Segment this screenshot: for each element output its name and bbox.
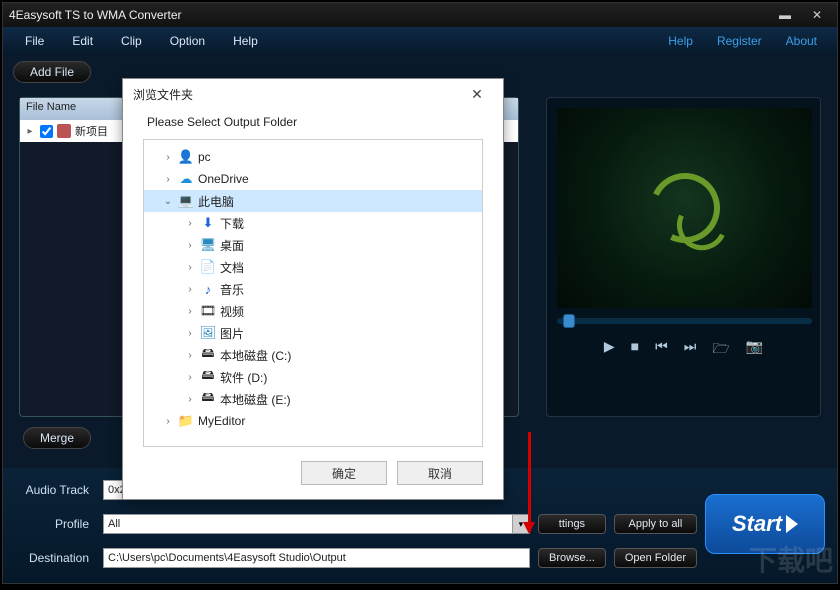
prev-icon[interactable]: ⏮ [655, 338, 668, 362]
tree-label: 下载 [220, 215, 244, 232]
profile-label: Profile [15, 517, 95, 531]
player-controls: ▶ ■ ⏮ ⏭ 🗁 📷 [547, 338, 820, 362]
expand-icon[interactable]: ▸ [24, 126, 36, 137]
folder-icon: 📁 [178, 413, 194, 429]
tree-label: 此电脑 [198, 193, 234, 210]
tree-node-downloads[interactable]: ›⬇下载 [144, 212, 482, 234]
profile-field[interactable] [103, 514, 513, 534]
tree-label: 本地磁盘 (E:) [220, 391, 291, 408]
tree-label: 桌面 [220, 237, 244, 254]
dialog-button-row: 确定 取消 [123, 447, 503, 499]
dialog-titlebar: 浏览文件夹 ✕ [123, 79, 503, 109]
this-pc-icon: 💻 [178, 193, 194, 209]
tree-node-user[interactable]: ›👤pc [144, 146, 482, 168]
disk-icon: 🖴 [200, 347, 216, 363]
brand-logo-icon [640, 163, 730, 253]
tree-node-onedrive[interactable]: ›☁OneDrive [144, 168, 482, 190]
desktop-icon: 🖥 [200, 237, 216, 253]
menu-clip[interactable]: Clip [107, 30, 156, 52]
watermark: 下载吧 [749, 539, 833, 579]
onedrive-icon: ☁ [178, 171, 194, 187]
add-file-button[interactable]: Add File [13, 61, 91, 83]
link-register[interactable]: Register [705, 30, 774, 52]
preview-screen [557, 108, 812, 308]
disk-icon: 🖴 [200, 369, 216, 385]
seek-thumb[interactable] [563, 314, 575, 328]
next-icon[interactable]: ⏭ [684, 338, 697, 362]
tree-label: 图片 [220, 325, 244, 342]
open-file-icon[interactable]: 🗁 [712, 338, 729, 362]
menubar: File Edit Clip Option Help Help Register… [3, 27, 837, 55]
audio-track-label: Audio Track [15, 483, 95, 497]
tree-node-pictures[interactable]: ›🖼图片 [144, 322, 482, 344]
downloads-icon: ⬇ [200, 215, 216, 231]
dialog-title-text: 浏览文件夹 [133, 86, 193, 103]
pictures-icon: 🖼 [200, 325, 216, 341]
stop-icon[interactable]: ■ [631, 338, 639, 362]
titlebar: 4Easysoft TS to WMA Converter ▬ ✕ [3, 3, 837, 27]
seek-slider[interactable] [557, 318, 812, 324]
tree-label: 文档 [220, 259, 244, 276]
user-icon: 👤 [178, 149, 194, 165]
link-about[interactable]: About [774, 30, 829, 52]
link-help[interactable]: Help [656, 30, 705, 52]
tree-label: pc [198, 150, 211, 164]
dialog-ok-button[interactable]: 确定 [301, 461, 387, 485]
tree-node-music[interactable]: ›♪音乐 [144, 278, 482, 300]
destination-label: Destination [15, 551, 95, 565]
tree-label: MyEditor [198, 414, 245, 428]
minimize-button[interactable]: ▬ [771, 7, 799, 23]
start-label: Start [732, 511, 782, 537]
play-icon[interactable]: ▶ [604, 338, 615, 362]
file-type-icon [57, 124, 71, 138]
tree-label: 本地磁盘 (C:) [220, 347, 291, 364]
video-icon: 🎞 [200, 303, 216, 319]
annotation-arrow-icon [528, 432, 531, 532]
dialog-close-button[interactable]: ✕ [461, 79, 493, 109]
app-title: 4Easysoft TS to WMA Converter [9, 8, 182, 22]
preview-panel: ▶ ■ ⏮ ⏭ 🗁 📷 [546, 97, 821, 417]
folder-tree[interactable]: ›👤pc ›☁OneDrive ⌄💻此电脑 ›⬇下载 ›🖥桌面 ›📄文档 ›♪音… [143, 139, 483, 447]
close-button[interactable]: ✕ [803, 7, 831, 23]
dialog-cancel-button[interactable]: 取消 [397, 461, 483, 485]
tree-node-myeditor[interactable]: ›📁MyEditor [144, 410, 482, 432]
documents-icon: 📄 [200, 259, 216, 275]
tree-label: 视频 [220, 303, 244, 320]
tree-node-videos[interactable]: ›🎞视频 [144, 300, 482, 322]
menu-option[interactable]: Option [156, 30, 219, 52]
dialog-subtitle: Please Select Output Folder [123, 109, 503, 139]
menu-edit[interactable]: Edit [58, 30, 107, 52]
settings-button[interactable]: ttings [538, 514, 606, 534]
merge-button[interactable]: Merge [23, 427, 91, 449]
browse-folder-dialog: 浏览文件夹 ✕ Please Select Output Folder ›👤pc… [122, 78, 504, 500]
tree-node-desktop[interactable]: ›🖥桌面 [144, 234, 482, 256]
disk-icon: 🖴 [200, 391, 216, 407]
apply-all-button[interactable]: Apply to all [614, 514, 697, 534]
menu-help[interactable]: Help [219, 30, 272, 52]
open-folder-button[interactable]: Open Folder [614, 548, 697, 568]
file-checkbox[interactable] [40, 125, 53, 138]
music-icon: ♪ [200, 281, 216, 297]
tree-label: 软件 (D:) [220, 369, 267, 386]
tree-label: 音乐 [220, 281, 244, 298]
tree-node-disk-d[interactable]: ›🖴软件 (D:) [144, 366, 482, 388]
play-triangle-icon [786, 515, 798, 533]
tree-label: OneDrive [198, 172, 249, 186]
destination-field[interactable] [103, 548, 530, 568]
tree-node-disk-c[interactable]: ›🖴本地磁盘 (C:) [144, 344, 482, 366]
browse-button[interactable]: Browse... [538, 548, 606, 568]
tree-node-thispc[interactable]: ⌄💻此电脑 [144, 190, 482, 212]
snapshot-icon[interactable]: 📷 [746, 338, 763, 362]
tree-node-documents[interactable]: ›📄文档 [144, 256, 482, 278]
tree-node-disk-e[interactable]: ›🖴本地磁盘 (E:) [144, 388, 482, 410]
menu-file[interactable]: File [11, 30, 58, 52]
file-name-label: 新项目 [75, 123, 108, 139]
